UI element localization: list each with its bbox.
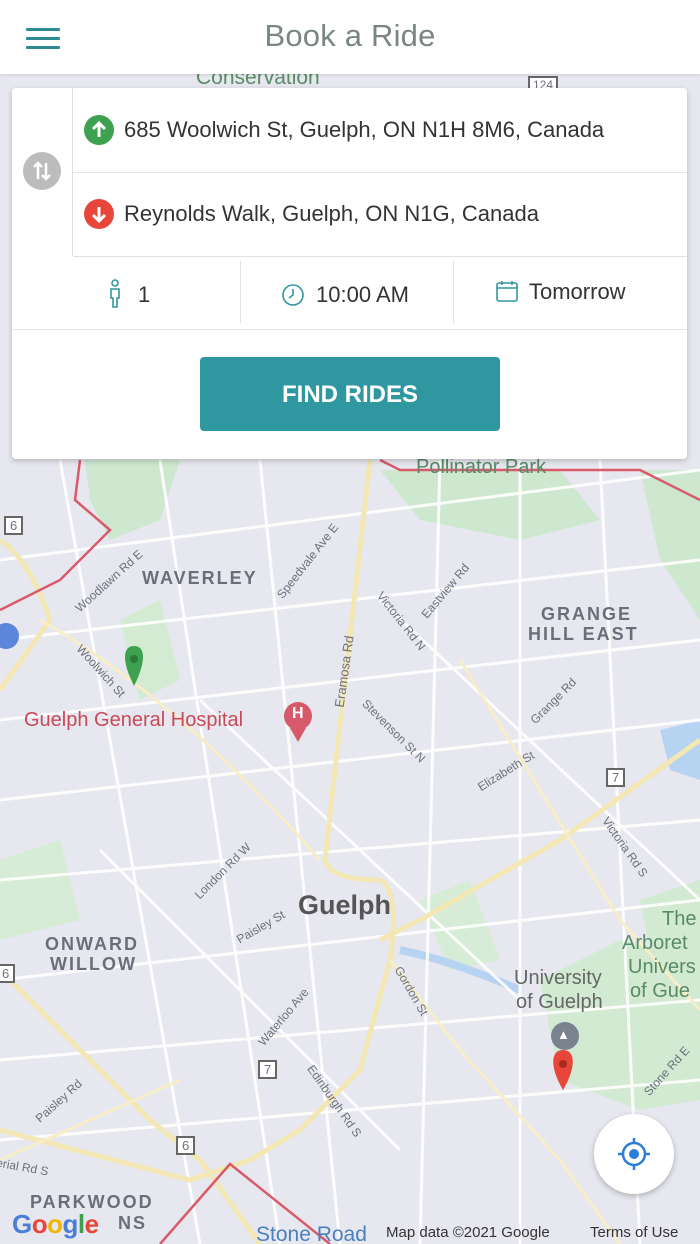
label-arboretum-4: of Gue [630, 980, 691, 1002]
passenger-count-selector[interactable]: 1 [12, 257, 240, 329]
ride-search-card: 685 Woolwich St, Guelph, ON N1H 8M6, Can… [12, 88, 687, 459]
terms-of-use-link[interactable]: Terms of Use [590, 1224, 678, 1241]
map-data-text: Map data ©2021 Google [386, 1224, 550, 1241]
swap-arrows-icon [33, 161, 51, 181]
pickup-arrow-icon [84, 115, 114, 145]
label-waverley: WAVERLEY [142, 568, 258, 588]
app-header: Book a Ride [0, 0, 700, 74]
my-location-button[interactable] [594, 1114, 674, 1194]
label-guelph: Guelph [298, 890, 391, 920]
label-onward: ONWARD [45, 934, 139, 954]
label-hospital: Guelph General Hospital [24, 709, 244, 731]
label-pollinator-park: Pollinator Park [416, 456, 547, 478]
map-attribution: Google Map data ©2021 Google Terms of Us… [0, 1209, 700, 1244]
highway-shield-7: 7 [606, 768, 626, 787]
hospital-icon: H [292, 705, 304, 722]
calendar-icon [496, 281, 518, 302]
page-title: Book a Ride [264, 18, 436, 53]
dropoff-arrow-icon [84, 199, 114, 229]
crosshair-icon [618, 1138, 650, 1170]
pickup-address-text: 685 Woolwich St, Guelph, ON N1H 8M6, Can… [124, 117, 605, 142]
passenger-count: 1 [138, 282, 151, 307]
dropoff-address-field[interactable]: Reynolds Walk, Guelph, ON N1G, Canada [73, 172, 687, 257]
highway-shield-6: 6 [0, 964, 16, 983]
highway-shield-6: 6 [4, 516, 24, 535]
pickup-address-field[interactable]: 685 Woolwich St, Guelph, ON N1H 8M6, Can… [73, 88, 687, 173]
person-icon [110, 279, 120, 308]
find-rides-button[interactable]: FIND RIDES [200, 357, 500, 431]
label-of-guelph: of Guelph [516, 991, 603, 1013]
date-value: Tomorrow [529, 279, 626, 304]
clock-icon [282, 284, 304, 306]
highway-shield-6: 6 [176, 1136, 196, 1155]
label-arboretum-3: Univers [628, 956, 696, 978]
label-arboretum-1: The [662, 908, 697, 930]
label-arboretum-2: Arboret [622, 932, 688, 954]
dropoff-address-text: Reynolds Walk, Guelph, ON N1G, Canada [124, 201, 539, 226]
date-selector[interactable]: Tomorrow [454, 257, 687, 329]
time-value: 10:00 AM [316, 282, 409, 307]
label-willow: WILLOW [50, 954, 137, 974]
highway-shield-7: 7 [258, 1060, 278, 1079]
google-logo: Google [12, 1209, 99, 1239]
university-icon: ▲ [557, 1027, 570, 1042]
label-hill-east: HILL EAST [528, 624, 639, 644]
time-selector[interactable]: 10:00 AM [241, 257, 453, 329]
label-university: University [514, 967, 602, 989]
label-grange: GRANGE [541, 604, 633, 624]
swap-locations-button[interactable] [23, 152, 61, 190]
trip-options-row: 1 10:00 AM Tomorrow [12, 257, 687, 330]
swap-column [12, 88, 73, 256]
